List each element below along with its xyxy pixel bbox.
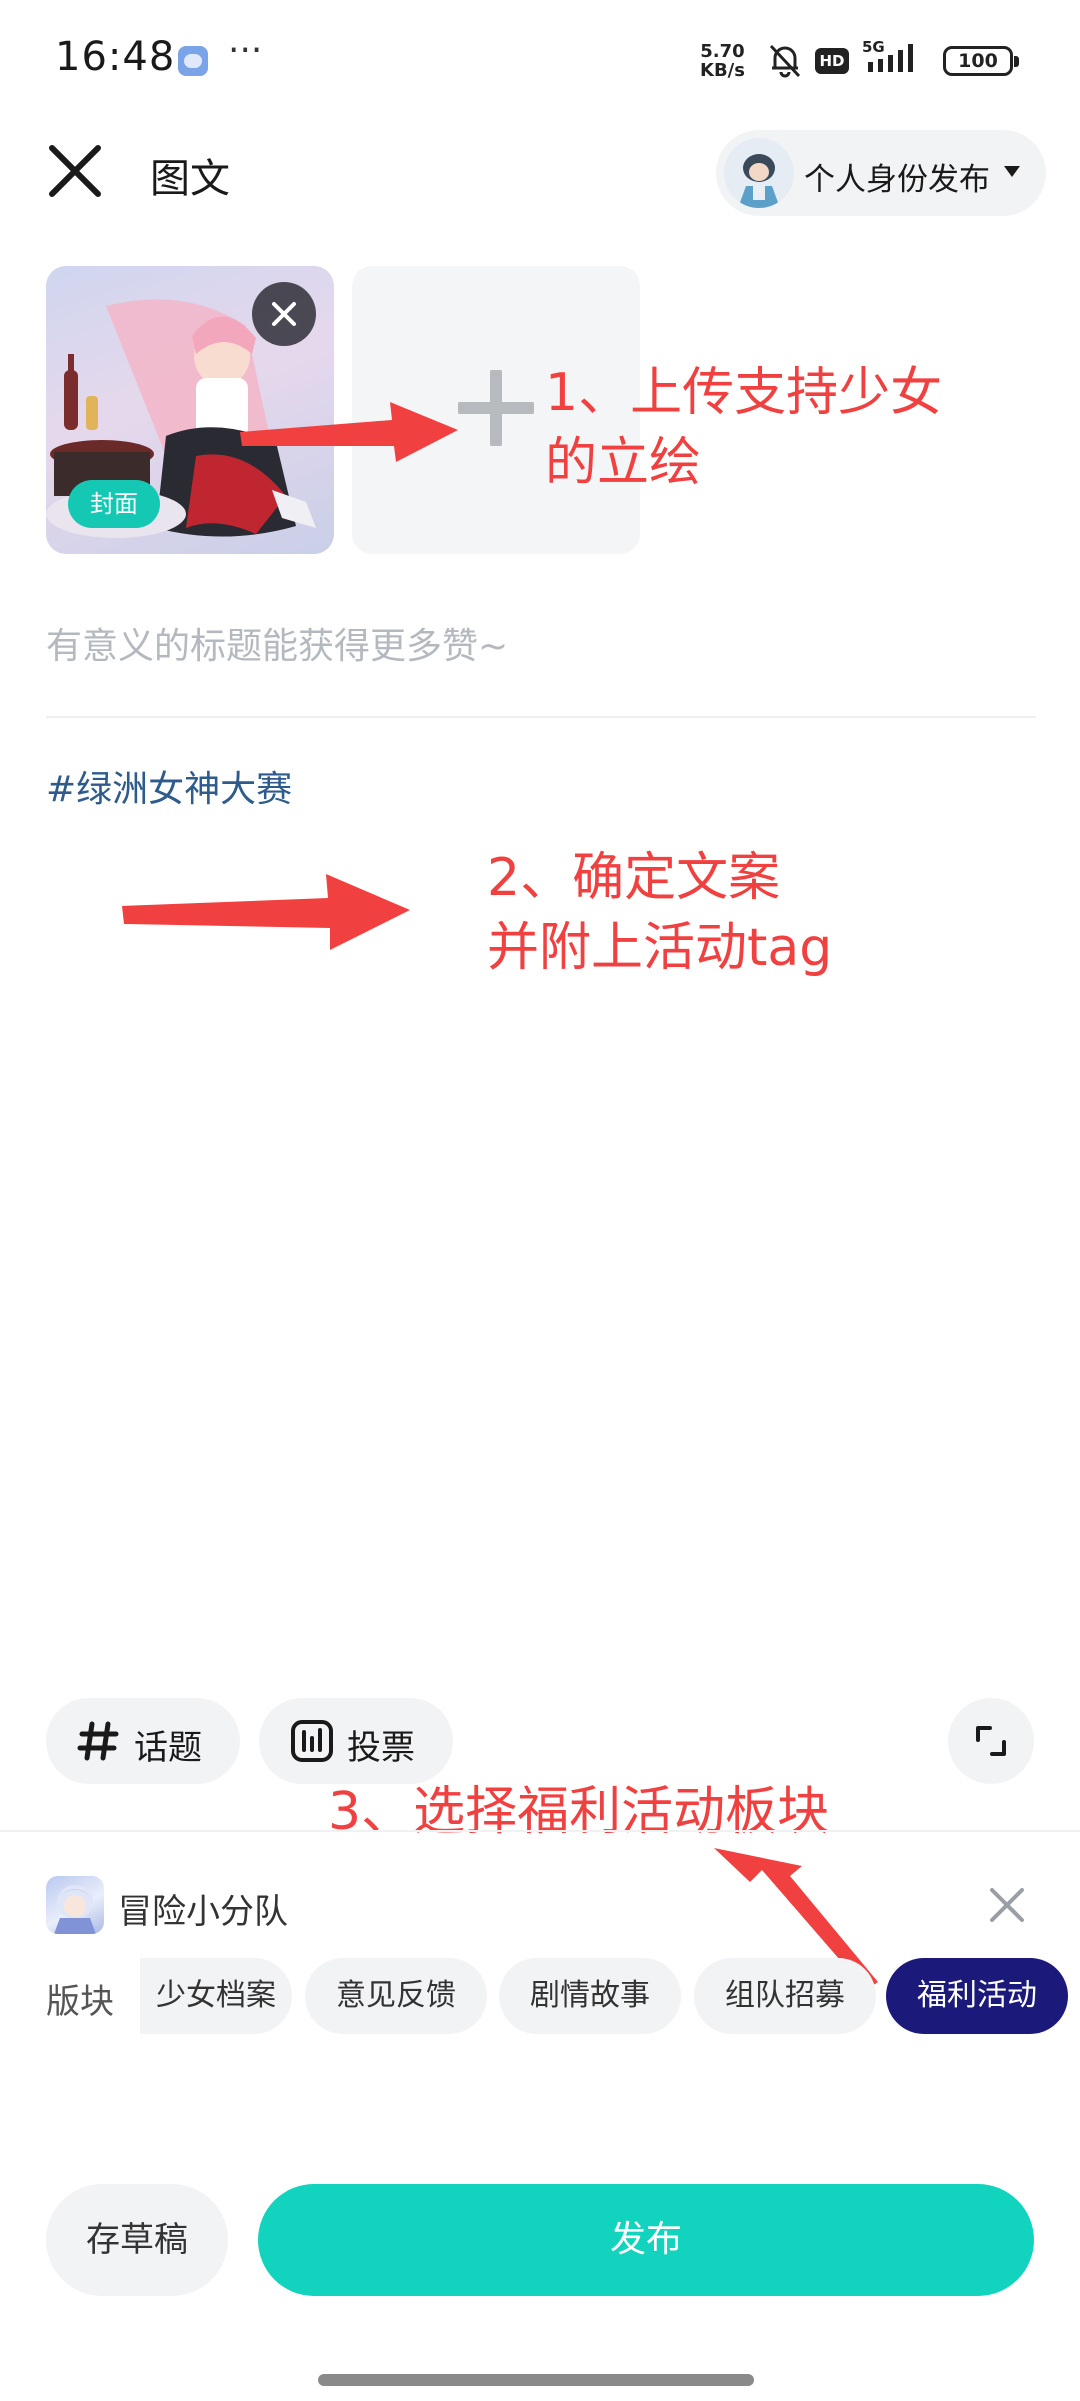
avatar: [724, 138, 794, 208]
bell-muted-icon: [765, 40, 805, 84]
identity-selector[interactable]: 个人身份发布: [716, 130, 1046, 216]
expand-editor-button[interactable]: [948, 1698, 1034, 1784]
board-chip-feedback[interactable]: 意见反馈: [305, 1958, 487, 2034]
remove-community-button[interactable]: [984, 1882, 1030, 1928]
vote-button[interactable]: 投票: [259, 1698, 453, 1784]
hd-badge: HD: [815, 48, 849, 74]
network-type: 5G: [862, 38, 885, 56]
topic-button-label: 话题: [134, 1728, 202, 1768]
chat-app-icon: [178, 46, 208, 76]
battery-indicator: 100: [943, 46, 1019, 76]
arrow-to-topic-tag: [122, 874, 410, 950]
network-speed-unit: KB/s: [700, 60, 745, 81]
close-button[interactable]: [44, 140, 106, 202]
signal-icon: 5G: [862, 38, 934, 82]
network-speed-value: 5.70: [700, 41, 745, 62]
poll-icon: [291, 1720, 333, 1762]
board-chip-girl-archive[interactable]: 少女档案: [140, 1958, 292, 2034]
identity-label: 个人身份发布: [804, 162, 990, 198]
annotation-step-1: 1、上传支持少女 的立绘: [545, 358, 942, 498]
annotation-step-2-line-2: 并附上活动tag: [487, 918, 833, 978]
network-speed: 5.70 KB/s: [700, 42, 745, 80]
board-chip-story[interactable]: 剧情故事: [499, 1958, 681, 2034]
cover-image[interactable]: 封面: [46, 266, 334, 554]
title-input[interactable]: [46, 616, 1036, 676]
annotation-step-1-line-2: 的立绘: [545, 433, 702, 493]
community-name: 冒险小分队: [118, 1892, 288, 1932]
topic-button[interactable]: 话题: [46, 1698, 240, 1784]
status-bar: 16:48 ··· 5.70 KB/s HD 5G 100: [0, 0, 1080, 120]
status-time: 16:48: [55, 34, 176, 80]
cover-badge: 封面: [68, 480, 160, 528]
community-avatar: [46, 1876, 104, 1934]
annotation-step-2: 2、确定文案 并附上活动tag: [487, 843, 832, 983]
annotation-step-1-line-1: 1、上传支持少女: [545, 363, 943, 423]
annotation-step-2-line-1: 2、确定文案: [487, 848, 781, 908]
board-chip-team-recruit[interactable]: 组队招募: [694, 1958, 876, 2034]
hashtag-icon: [77, 1721, 119, 1761]
save-draft-button[interactable]: 存草稿: [46, 2184, 228, 2296]
close-icon: [990, 1888, 1024, 1922]
topic-tag-link[interactable]: #绿洲女神大赛: [46, 760, 292, 812]
board-label: 版块: [46, 1982, 114, 2022]
close-icon: [49, 145, 101, 197]
panel-divider: [0, 1830, 1080, 1832]
board-chip-welfare-event[interactable]: 福利活动: [886, 1958, 1068, 2034]
expand-icon: [976, 1726, 1006, 1756]
status-more: ···: [228, 30, 263, 71]
vote-button-label: 投票: [347, 1728, 415, 1768]
caret-down-icon: [1004, 166, 1020, 177]
divider: [46, 716, 1036, 718]
page-title: 图文: [150, 156, 230, 202]
remove-image-button[interactable]: [252, 282, 316, 346]
home-indicator[interactable]: [318, 2374, 754, 2386]
annotation-step-3: 3、选择福利活动板块: [328, 1782, 830, 1842]
publish-button[interactable]: 发布: [258, 2184, 1034, 2296]
close-icon: [272, 302, 296, 326]
